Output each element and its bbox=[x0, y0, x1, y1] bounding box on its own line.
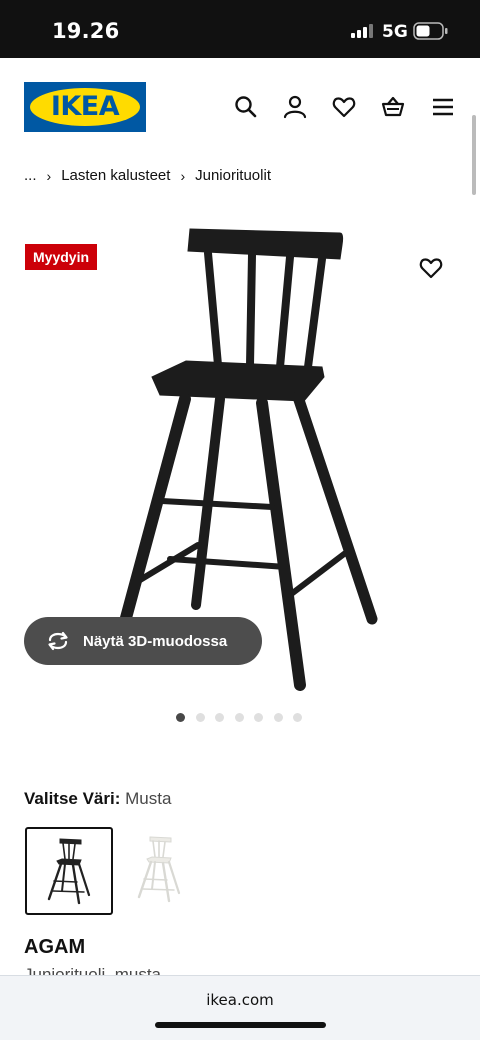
ikea-logo[interactable]: IKEA bbox=[24, 82, 146, 132]
carousel-dot[interactable] bbox=[215, 713, 224, 722]
color-value: Musta bbox=[125, 789, 172, 808]
white-chair-thumbnail bbox=[137, 836, 181, 903]
signal-icon bbox=[351, 24, 373, 38]
carousel-dot[interactable] bbox=[195, 713, 205, 722]
network-type: 5G bbox=[382, 22, 408, 42]
breadcrumb-juniorituolit[interactable]: Juniorituolit bbox=[195, 167, 271, 184]
view-3d-label: Näytä 3D-muodossa bbox=[83, 632, 228, 650]
browser-url-bar[interactable]: ikea.com bbox=[0, 975, 480, 1040]
add-to-favourites-icon[interactable] bbox=[418, 255, 444, 281]
chevron-right-icon: › bbox=[46, 167, 52, 184]
account-icon[interactable] bbox=[282, 94, 308, 120]
logo-text: IKEA bbox=[50, 91, 120, 122]
breadcrumb-ellipsis[interactable]: ... bbox=[24, 167, 37, 184]
color-selector-label: Valitse Väri: Musta bbox=[24, 789, 171, 809]
carousel-dot[interactable] bbox=[176, 713, 185, 722]
black-chair-thumbnail bbox=[47, 838, 91, 905]
carousel-dot[interactable] bbox=[293, 713, 302, 722]
url-text: ikea.com bbox=[206, 991, 274, 1009]
chevron-right-icon: › bbox=[180, 167, 186, 184]
carousel-dot[interactable] bbox=[254, 713, 263, 722]
page-scrollbar[interactable] bbox=[472, 115, 476, 195]
carousel-dot[interactable] bbox=[234, 713, 244, 722]
status-bar: 19.26 5G bbox=[0, 0, 480, 58]
status-time: 19.26 bbox=[52, 19, 120, 43]
color-label: Valitse Väri: bbox=[24, 789, 121, 808]
product-name: AGAM bbox=[24, 936, 86, 958]
view-3d-button[interactable]: Näytä 3D-muodossa bbox=[24, 617, 262, 665]
breadcrumb-lasten-kalusteet[interactable]: Lasten kalusteet bbox=[61, 167, 170, 184]
image-carousel-dots bbox=[176, 713, 313, 722]
bestseller-badge: Myydyin bbox=[25, 244, 98, 270]
color-swatch-white[interactable] bbox=[117, 827, 201, 911]
search-icon[interactable] bbox=[233, 94, 259, 120]
rotate-3d-icon bbox=[48, 631, 68, 651]
favourites-icon[interactable] bbox=[331, 94, 357, 120]
color-swatch-black[interactable] bbox=[25, 827, 113, 915]
home-indicator[interactable] bbox=[155, 1022, 326, 1028]
menu-icon[interactable] bbox=[430, 94, 456, 120]
breadcrumb: ... › Lasten kalusteet › Juniorituolit bbox=[24, 167, 271, 184]
site-header: IKEA bbox=[0, 58, 480, 158]
battery-icon bbox=[413, 22, 448, 40]
cart-icon[interactable] bbox=[380, 94, 406, 120]
carousel-dot[interactable] bbox=[273, 713, 283, 722]
